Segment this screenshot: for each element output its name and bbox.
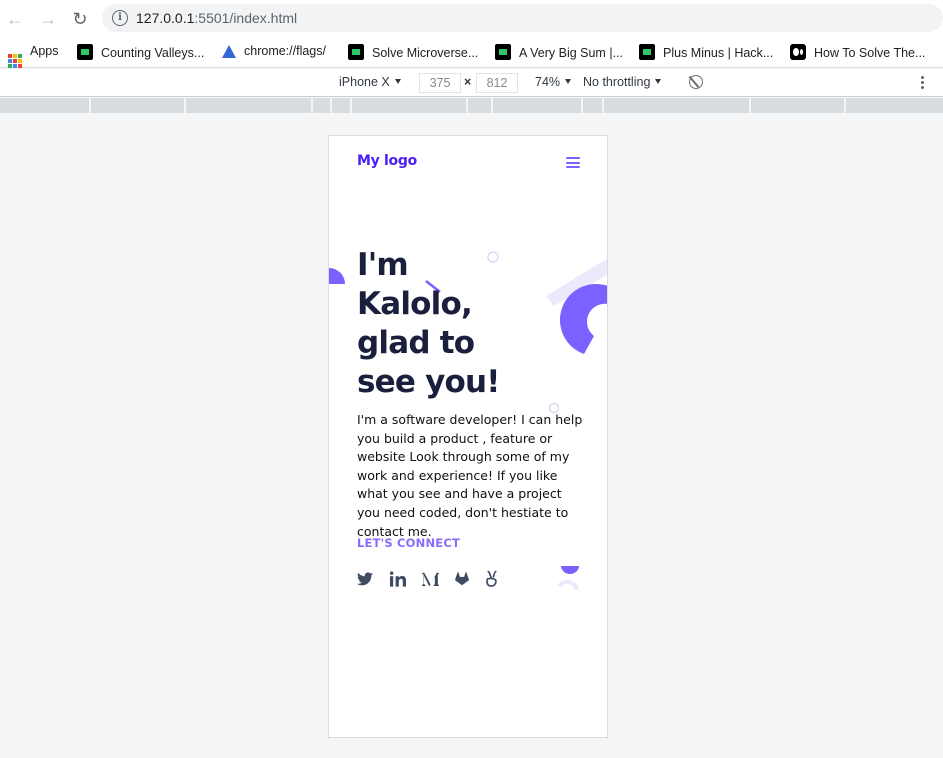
- bookmark-chrome-flags[interactable]: chrome://flags/: [222, 44, 326, 60]
- bookmark-label: A Very Big Sum |...: [519, 46, 623, 60]
- chevron-down-icon: [655, 79, 662, 84]
- bookmark-plus-minus[interactable]: Plus Minus | Hack...: [639, 44, 773, 60]
- zoom-value: 74%: [535, 75, 561, 89]
- address-bar[interactable]: i 127.0.0.1:5501/index.html: [102, 4, 943, 32]
- device-name: iPhone X: [339, 75, 390, 89]
- bookmark-counting-valleys[interactable]: Counting Valleys...: [77, 44, 204, 60]
- more-options-icon[interactable]: [921, 76, 924, 91]
- hero-line: Kalolo,: [357, 286, 473, 322]
- bookmark-label: Solve Microverse...: [372, 46, 479, 60]
- url-path: :5501/index.html: [194, 10, 298, 26]
- url-text[interactable]: 127.0.0.1:5501/index.html: [136, 10, 297, 26]
- url-host: 127.0.0.1: [136, 10, 195, 26]
- bookmark-solve-microverse[interactable]: Solve Microverse...: [348, 44, 478, 60]
- hamburger-menu-icon[interactable]: [566, 157, 580, 171]
- throttling-select[interactable]: No throttling: [583, 75, 662, 89]
- hero-line: I'm: [357, 247, 409, 283]
- site-info-icon[interactable]: i: [112, 10, 128, 26]
- bookmark-very-big-sum[interactable]: A Very Big Sum |...: [495, 44, 623, 60]
- linkedin-icon[interactable]: [390, 570, 406, 588]
- bookmark-label: Plus Minus | Hack...: [663, 46, 774, 60]
- bookmark-label: chrome://flags/: [244, 44, 326, 58]
- throttling-value: No throttling: [583, 75, 651, 89]
- bookmarks-bar: Apps Counting Valleys... chrome://flags/…: [0, 36, 943, 68]
- viewport-width-input[interactable]: 375: [419, 73, 461, 93]
- device-toolbar: iPhone X 375 × 812 74% No throttling: [0, 69, 943, 97]
- back-arrow-icon[interactable]: ←: [4, 8, 26, 30]
- intro-paragraph: I'm a software developer! I can help you…: [357, 412, 583, 539]
- hero-line: glad to: [357, 325, 475, 361]
- browser-toolbar: ← → ↻ i 127.0.0.1:5501/index.html: [0, 0, 943, 36]
- bookmark-how-to-solve[interactable]: How To Solve The...: [790, 44, 925, 60]
- twitter-icon[interactable]: [357, 570, 373, 588]
- hero-heading: I'm Kalolo, glad to see you!: [357, 246, 537, 402]
- bookmark-label: Apps: [30, 44, 59, 58]
- hackerrank-icon: [77, 44, 93, 60]
- semicircle-shape-icon: [329, 268, 345, 284]
- flask-icon: [222, 45, 236, 58]
- hackerrank-icon: [495, 44, 511, 60]
- media-query-bar[interactable]: [0, 98, 943, 113]
- bookmark-label: Counting Valleys...: [101, 46, 205, 60]
- forward-arrow-icon[interactable]: →: [37, 8, 59, 30]
- lets-connect-link[interactable]: LET'S CONNECT: [357, 536, 460, 550]
- chevron-down-icon: [394, 79, 401, 84]
- half-circle-shape-icon: [557, 566, 579, 591]
- gitlab-icon[interactable]: [455, 570, 469, 588]
- device-select[interactable]: iPhone X: [339, 75, 401, 89]
- device-viewport: My logo I'm Kalolo, glad to see you! I'm…: [328, 135, 608, 738]
- arc-shape-icon: [546, 258, 607, 354]
- viewport-height-input[interactable]: 812: [476, 73, 518, 93]
- site-logo[interactable]: My logo: [357, 153, 417, 169]
- bookmark-apps[interactable]: Apps: [8, 44, 59, 68]
- chevron-down-icon: [565, 79, 572, 84]
- medium-icon[interactable]: [422, 570, 439, 588]
- bookmark-label: How To Solve The...: [814, 46, 926, 60]
- hero-line: see you!: [357, 364, 500, 400]
- zoom-select[interactable]: 74%: [535, 75, 572, 89]
- angellist-icon[interactable]: [486, 570, 498, 588]
- apps-grid-icon: [8, 54, 22, 68]
- hackerrank-icon: [348, 44, 364, 60]
- reload-icon[interactable]: ↻: [69, 8, 91, 30]
- dimension-separator: ×: [464, 75, 472, 89]
- medium-icon: [790, 44, 806, 60]
- hackerrank-icon: [639, 44, 655, 60]
- rotate-icon[interactable]: [689, 75, 703, 89]
